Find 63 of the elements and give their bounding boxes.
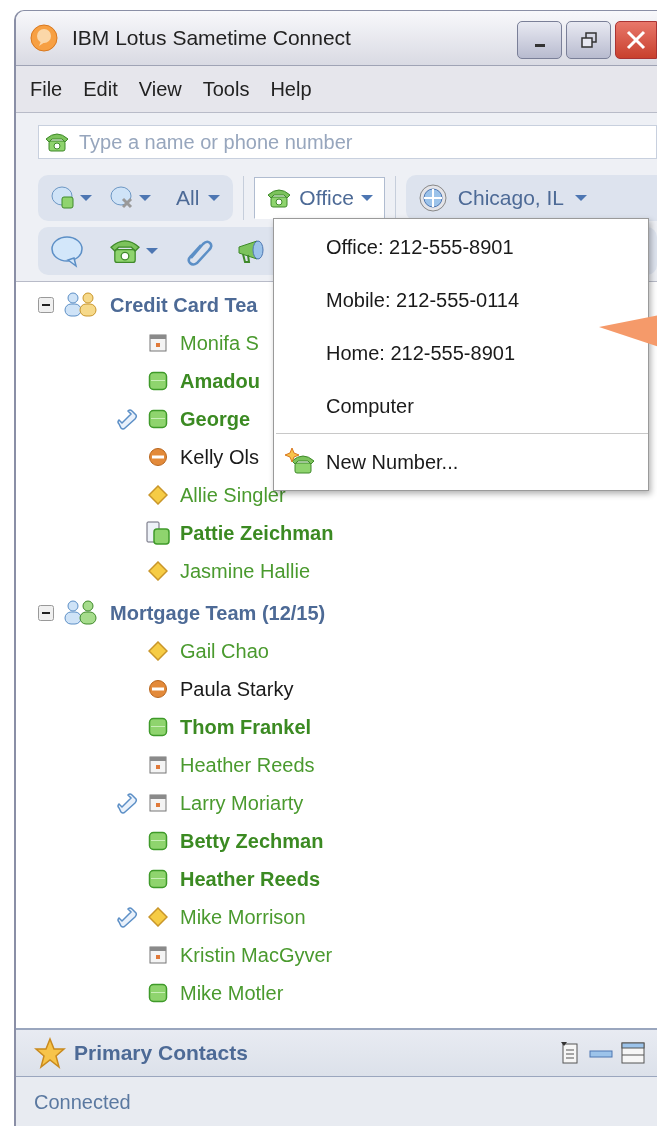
chat-bubble-icon bbox=[50, 234, 84, 268]
minimize-button[interactable] bbox=[517, 21, 562, 59]
menu-item[interactable]: Tools bbox=[202, 77, 262, 101]
contact-name[interactable]: Paula Starky bbox=[180, 677, 294, 701]
search-field[interactable]: Type a name or phone number bbox=[38, 125, 657, 159]
restore-icon bbox=[579, 31, 598, 49]
caret-icon bbox=[138, 194, 152, 202]
globe-icon bbox=[417, 183, 448, 213]
chat-status-icon bbox=[50, 185, 76, 211]
caret-icon bbox=[79, 194, 93, 202]
star-icon bbox=[34, 1037, 66, 1069]
status-text: Connected bbox=[34, 1090, 131, 1114]
caret-icon bbox=[359, 194, 374, 202]
collapse-toggle[interactable] bbox=[38, 297, 54, 313]
people-group-icon bbox=[62, 291, 98, 319]
document-icon[interactable] bbox=[559, 1041, 581, 1065]
contact-name[interactable]: Pattie Zeichman bbox=[180, 521, 334, 545]
window-title: IBM Lotus Sametime Connect bbox=[72, 26, 352, 50]
minimize-icon bbox=[534, 43, 545, 47]
menu-item[interactable]: File bbox=[30, 77, 75, 101]
contact-name[interactable]: Thom Frankel bbox=[180, 715, 312, 739]
restore-button[interactable] bbox=[566, 21, 611, 59]
contact-name[interactable]: Larry Moriarty bbox=[180, 791, 304, 815]
callout-pointer bbox=[599, 315, 657, 347]
close-button[interactable] bbox=[615, 21, 657, 59]
menu-item[interactable]: Office: 212-555-8901 bbox=[274, 221, 648, 274]
menu-item[interactable]: Home: 212-555-8901 bbox=[274, 327, 648, 380]
collapse-toggle[interactable] bbox=[38, 605, 54, 621]
contact-name[interactable]: Monifa S bbox=[180, 331, 259, 355]
contact-name[interactable]: Kelly Ols bbox=[180, 445, 259, 469]
phone-icon bbox=[108, 237, 142, 265]
menu-item-label: New Number... bbox=[326, 450, 459, 474]
contact-name[interactable]: Mike Motler bbox=[180, 981, 284, 1005]
primary-contacts-bar[interactable]: Primary Contacts bbox=[16, 1028, 657, 1077]
menu-item[interactable]: View bbox=[138, 77, 194, 101]
menu-item[interactable]: Mobile: 212-555-0114 bbox=[274, 274, 648, 327]
contact-name[interactable]: Betty Zechman bbox=[180, 829, 324, 853]
people-group-icon bbox=[62, 599, 98, 627]
location-dropdown[interactable]: Chicago, IL bbox=[405, 175, 657, 221]
menu-item[interactable]: Help bbox=[270, 77, 324, 101]
menu-item[interactable]: Edit bbox=[83, 77, 130, 101]
maximize-icon[interactable] bbox=[621, 1041, 645, 1065]
phone-dropdown[interactable]: Office bbox=[254, 177, 385, 219]
menu-item[interactable]: Computer bbox=[274, 380, 648, 433]
contact-name[interactable]: Amadou bbox=[180, 369, 260, 393]
close-icon bbox=[625, 29, 647, 51]
contact-name[interactable]: George bbox=[180, 407, 251, 431]
contact-name[interactable]: Heather Reeds bbox=[180, 867, 321, 891]
group-name[interactable]: Mortgage Team (12/15) bbox=[110, 601, 326, 625]
minimize-icon[interactable] bbox=[589, 1047, 613, 1059]
caret-icon bbox=[145, 247, 159, 255]
chat-bubble-logo-icon bbox=[30, 24, 58, 52]
contact-name[interactable]: Mike Morrison bbox=[180, 905, 306, 929]
caret-icon bbox=[574, 194, 589, 202]
contact-name[interactable]: Gail Chao bbox=[180, 639, 269, 663]
filter-dropdown[interactable]: All bbox=[172, 186, 226, 210]
chat-remove-icon bbox=[109, 185, 135, 211]
contact-name[interactable]: Heather Reeds bbox=[180, 753, 315, 777]
contact-name[interactable]: Jasmine Hallie bbox=[180, 559, 311, 583]
caret-icon bbox=[207, 194, 222, 202]
contact-name[interactable]: Kristin MacGyver bbox=[180, 943, 333, 967]
section-title: Primary Contacts bbox=[74, 1041, 248, 1065]
group-name[interactable]: Credit Card Tea bbox=[110, 293, 258, 317]
